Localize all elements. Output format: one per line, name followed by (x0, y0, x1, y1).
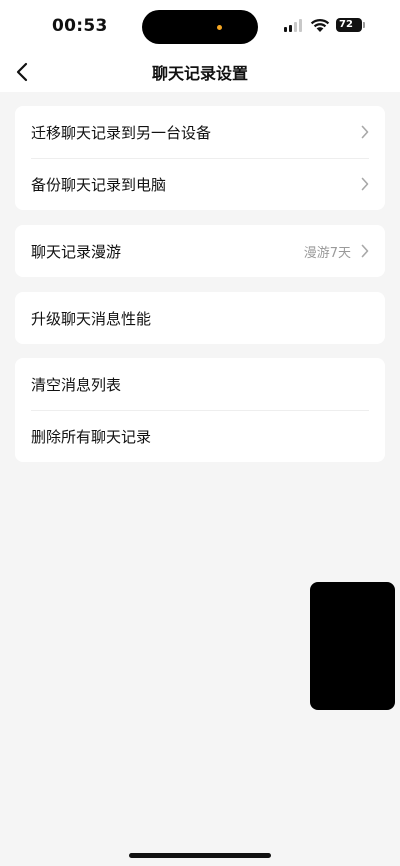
cellular-signal-icon (284, 19, 304, 32)
chevron-right-icon (361, 244, 369, 258)
chevron-right-icon (361, 125, 369, 139)
chevron-right-icon (361, 177, 369, 191)
home-indicator[interactable] (129, 853, 271, 858)
roaming-duration-value: 漫游7天 (303, 245, 351, 261)
page-title: 聊天记录设置 (151, 64, 248, 83)
row-label: 升级聊天消息性能 (31, 309, 152, 328)
settings-group-performance: 升级聊天消息性能 (15, 292, 385, 344)
chat-history-roaming-item[interactable]: 聊天记录漫游 漫游7天 (15, 225, 385, 277)
battery-cap (363, 22, 365, 28)
settings-group-roaming: 聊天记录漫游 漫游7天 (15, 225, 385, 277)
row-label: 清空消息列表 (31, 375, 122, 394)
settings-group-clear-delete: 清空消息列表 删除所有聊天记录 (15, 358, 385, 462)
backup-to-computer-item[interactable]: 备份聊天记录到电脑 (15, 158, 385, 210)
row-label: 备份聊天记录到电脑 (31, 175, 167, 194)
screen: 00:53 72 聊天记录设置 迁移聊天记录到另一台设备 备份聊天记录到电脑 聊… (0, 0, 400, 866)
settings-group-migrate-backup: 迁移聊天记录到另一台设备 备份聊天记录到电脑 (15, 106, 385, 210)
migrate-chat-history-item[interactable]: 迁移聊天记录到另一台设备 (15, 106, 385, 158)
row-label: 迁移聊天记录到另一台设备 (31, 123, 212, 142)
status-time: 00:53 (52, 16, 108, 36)
delete-all-chat-history-item[interactable]: 删除所有聊天记录 (15, 410, 385, 462)
battery-icon: 72 (336, 18, 362, 32)
dynamic-island (142, 10, 258, 44)
row-label: 聊天记录漫游 (31, 242, 122, 261)
navigation-bar: 聊天记录设置 (0, 54, 400, 92)
battery-level: 72 (339, 19, 353, 30)
floating-window[interactable] (310, 582, 395, 710)
wifi-icon (310, 18, 330, 32)
status-bar: 00:53 72 (0, 0, 400, 54)
upgrade-message-performance-item[interactable]: 升级聊天消息性能 (15, 292, 385, 344)
clear-message-list-item[interactable]: 清空消息列表 (15, 358, 385, 410)
recording-indicator-dot (217, 25, 222, 30)
row-label: 删除所有聊天记录 (31, 427, 152, 446)
